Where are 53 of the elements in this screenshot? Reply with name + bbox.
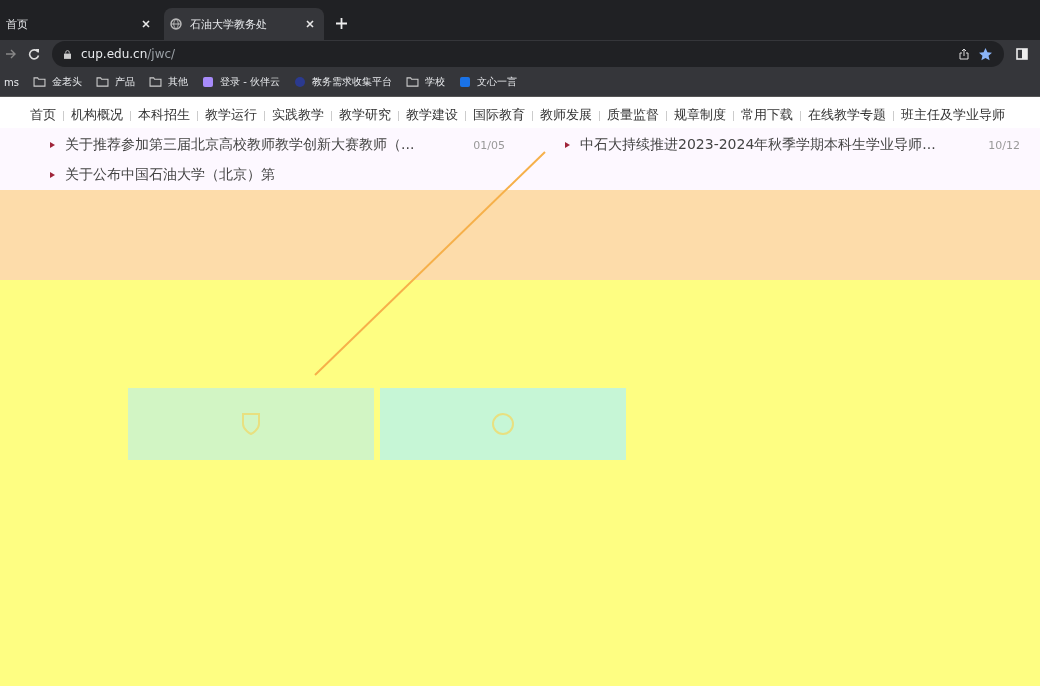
nav-link[interactable]: 机构概况	[71, 107, 123, 124]
new-tab-icon[interactable]	[336, 17, 347, 29]
address-bar[interactable]: cup.edu.cn/jwc/	[52, 41, 1004, 67]
folder-icon	[32, 77, 46, 87]
nav-link[interactable]: 首页	[30, 107, 56, 124]
lock-icon	[64, 49, 71, 59]
folder-icon	[95, 77, 109, 87]
browser-tab[interactable]: 首页	[0, 8, 160, 40]
forward-icon[interactable]	[6, 49, 16, 59]
bookmark[interactable]: 学校	[405, 75, 445, 89]
share-icon[interactable]	[959, 48, 969, 60]
news-link[interactable]: 关于公布中国石油大学（北京）第	[65, 166, 275, 184]
browser-tab[interactable]: 石油大学教务处	[164, 8, 324, 40]
tab-title: 首页	[6, 16, 29, 32]
folder-icon	[148, 77, 162, 87]
nav-link[interactable]: 规章制度	[674, 107, 726, 124]
url-text: cup.edu.cn/jwc/	[81, 47, 176, 61]
tab-title: 石油大学教务处	[190, 16, 268, 32]
nav-link[interactable]: 教学运行	[205, 107, 257, 124]
folder-icon	[405, 77, 419, 87]
news-date: 10/12	[988, 138, 1020, 152]
bookmark[interactable]: 登录 - 伙伴云	[201, 75, 280, 89]
bookmark[interactable]: 教务需求收集平台	[293, 75, 392, 89]
bookmark[interactable]: 金老头	[32, 75, 82, 89]
news-link[interactable]: 中石大持续推进2023-2024年秋季学期本科生学业导师...	[580, 136, 936, 154]
nav-link[interactable]: 常用下载	[741, 107, 793, 124]
nav-link[interactable]: 在线教学专题	[808, 107, 886, 124]
app-icon	[458, 76, 471, 88]
close-icon[interactable]	[306, 20, 314, 28]
star-icon[interactable]	[979, 47, 992, 61]
nav-link[interactable]: 质量监督	[607, 107, 659, 124]
side-panel-icon[interactable]	[1016, 48, 1028, 60]
nav-link[interactable]: 教学研究	[339, 107, 391, 124]
news-date: 01/05	[473, 138, 505, 152]
bookmark[interactable]: 其他	[148, 75, 188, 89]
shield-icon	[241, 412, 261, 436]
bullet-icon	[50, 142, 55, 148]
reload-icon[interactable]	[28, 48, 40, 60]
bookmark[interactable]: 文心一言	[458, 75, 517, 89]
close-icon[interactable]	[142, 20, 150, 28]
nav-link[interactable]: 班主任及学业导师	[901, 107, 1005, 124]
bullet-icon	[565, 142, 570, 148]
nav-link[interactable]: 实践教学	[272, 107, 324, 124]
app-icon	[201, 76, 214, 88]
nav-link[interactable]: 国际教育	[473, 107, 525, 124]
bookmark[interactable]: ms	[4, 76, 19, 88]
bullet-icon	[50, 172, 55, 178]
nav-link[interactable]: 教学建设	[406, 107, 458, 124]
circle-icon	[491, 412, 515, 436]
nav-link[interactable]: 教师发展	[540, 107, 592, 124]
bookmark[interactable]: 产品	[95, 75, 135, 89]
nav-link[interactable]: 本科招生	[138, 107, 190, 124]
news-link[interactable]: 关于推荐参加第三届北京高校教师教学创新大赛教师（...	[65, 136, 415, 154]
